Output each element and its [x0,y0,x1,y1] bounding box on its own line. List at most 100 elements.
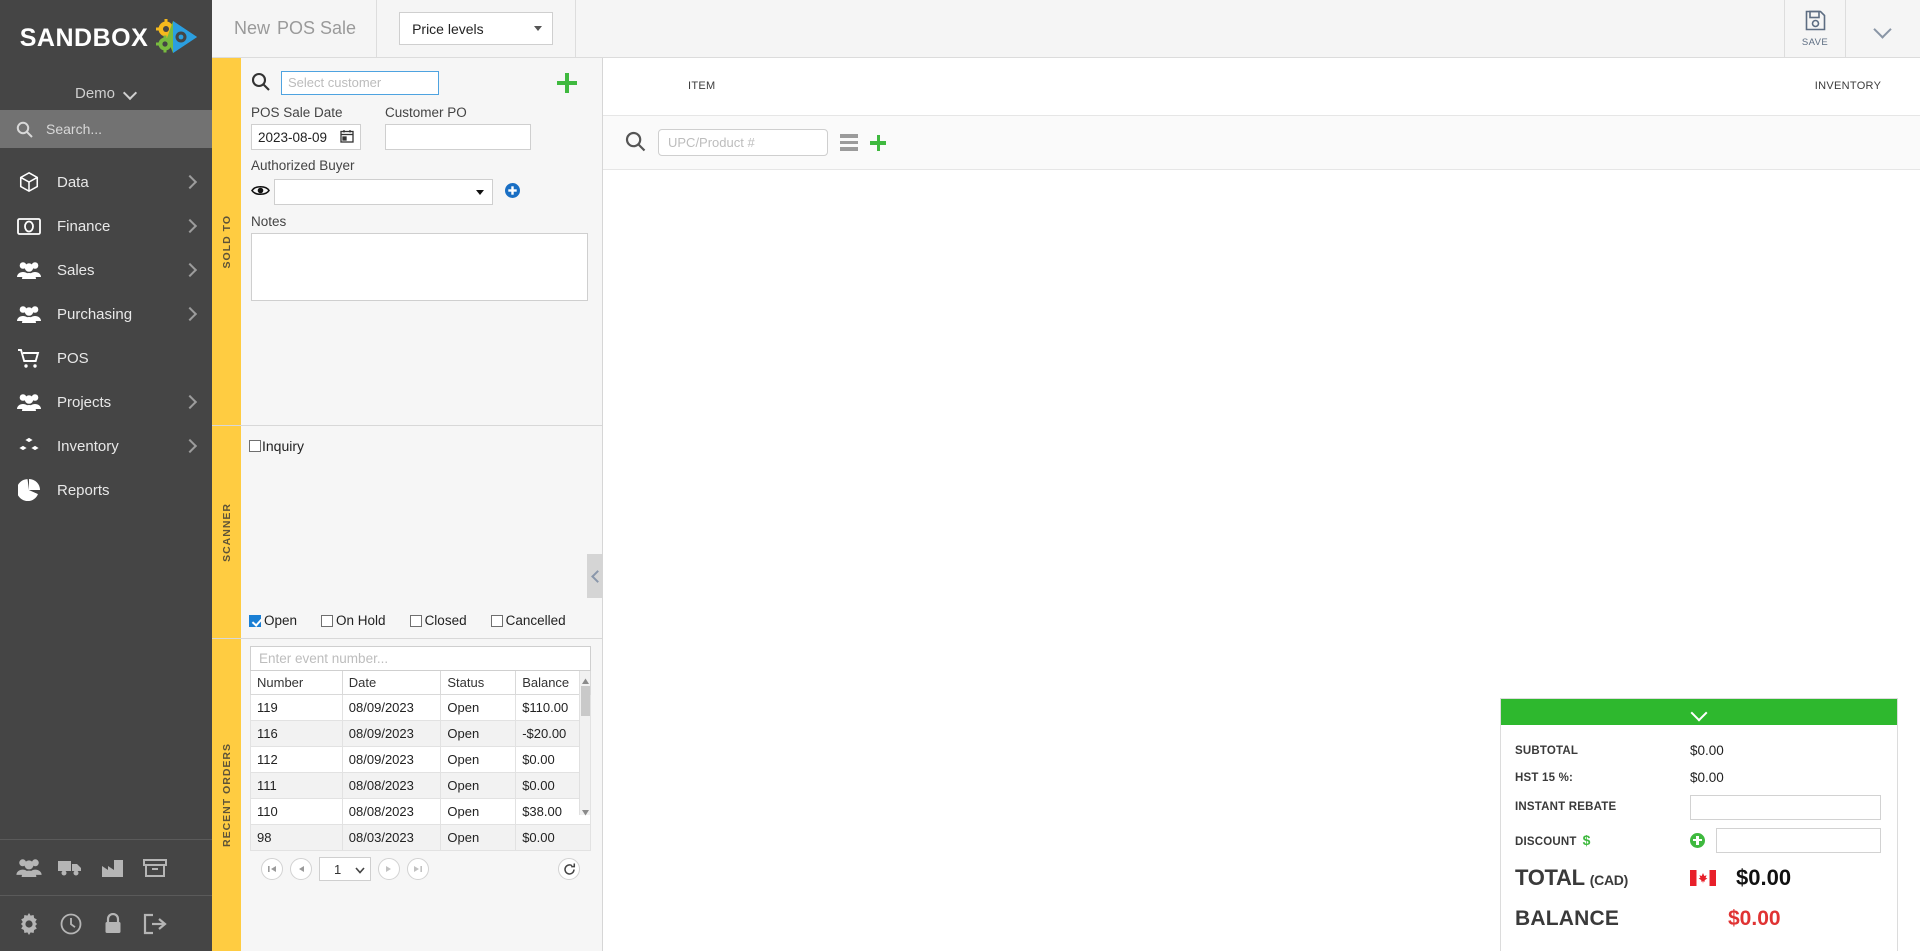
scroll-down-icon[interactable] [581,804,590,816]
line-items-header: ITEM INVENTORY QTY UOM UNIT PRICE - DISC… [603,58,1920,116]
search-icon[interactable] [625,131,646,155]
account-switcher[interactable]: Demo [0,76,212,110]
page-title-main: POS Sale [277,18,357,38]
add-customer-button[interactable] [556,72,578,94]
chevron-down-icon [534,26,543,31]
event-number-input[interactable]: Enter event number... [250,646,591,671]
instant-rebate-label: INSTANT REBATE [1515,801,1617,813]
factory-icon[interactable] [92,858,134,878]
table-row[interactable]: 116 08/09/2023 Open -$20.00 [250,720,591,747]
discount-input[interactable] [1716,827,1881,853]
page-select[interactable]: 1 [319,857,371,881]
sidebar-item-sales[interactable]: Sales [0,248,212,292]
chevron-right-icon [184,176,196,188]
first-page-button[interactable] [261,858,283,880]
sidebar-item-pos[interactable]: POS [0,336,212,380]
sidebar-item-finance[interactable]: Finance [0,204,212,248]
inquiry-checkbox[interactable] [249,440,261,452]
last-page-button[interactable] [407,858,429,880]
toolbar-expand-button[interactable] [1846,0,1920,57]
clock-icon[interactable] [50,913,92,935]
calendar-icon[interactable] [340,129,354,146]
archive-icon[interactable] [134,858,176,878]
subtotal-value: $0.00 [1690,743,1724,758]
table-scrollbar[interactable] [579,671,590,816]
table-row[interactable]: 112 08/09/2023 Open $0.00 [250,746,591,773]
save-icon [1805,10,1826,34]
instant-rebate-input[interactable] [1690,794,1881,820]
pie-chart-icon [14,479,44,501]
customer-search-input[interactable]: Select customer [281,71,439,95]
body-region: SOLD TO Select customer POS Sale Date 20… [212,58,1920,951]
status-filter-on-hold[interactable]: On Hold [321,613,386,628]
upc-product-input[interactable]: UPC/Product # [658,129,828,156]
sidebar-item-reports[interactable]: Reports [0,468,212,512]
panel-collapse-handle[interactable] [587,554,603,598]
add-authorized-buyer-button[interactable] [505,183,520,201]
price-levels-select[interactable]: Price levels [399,12,554,45]
scanner-tab[interactable]: SCANNER [212,426,241,638]
sidebar-item-projects[interactable]: Projects [0,380,212,424]
recent-orders-scroll: Number Date Status Balance 119 08/09/202… [250,671,591,851]
status-filter-cancelled[interactable]: Cancelled [490,613,566,628]
column-header-number[interactable]: Number [250,671,343,695]
brand-logo-area[interactable]: SANDBOX [0,0,212,76]
cancelled-checkbox[interactable] [490,614,503,627]
table-row[interactable]: 98 08/03/2023 Open $0.00 [250,824,591,851]
column-header-date[interactable]: Date [341,671,442,695]
gear-icon[interactable] [8,912,50,935]
truck-icon[interactable] [50,858,92,878]
on-hold-checkbox[interactable] [321,614,334,627]
pos-sale-date-input[interactable]: 2023-08-09 [251,124,361,150]
table-row[interactable]: 111 08/08/2023 Open $0.00 [250,772,591,799]
sold-to-tab[interactable]: SOLD TO [212,58,241,425]
save-button[interactable]: SAVE [1784,0,1846,57]
cell-status: Open [440,694,517,721]
list-view-icon[interactable] [840,134,858,151]
recent-orders-tab[interactable]: RECENT ORDERS [212,639,241,951]
column-header-inventory: INVENTORY [1814,80,1882,93]
eye-icon[interactable] [251,184,270,200]
totals-collapse-button[interactable] [1501,699,1897,725]
authorized-buyer-select[interactable] [274,179,493,205]
right-region: New POS Sale Price levels SAVE SOLD TO S… [212,0,1920,951]
add-discount-button[interactable] [1690,832,1705,848]
column-header-status[interactable]: Status [440,671,517,695]
search-icon[interactable] [251,72,270,94]
line-items-grid: SUBTOTAL $0.00 HST 15 %: $0.00 INSTANT R… [603,170,1920,951]
open-checkbox[interactable] [249,614,261,627]
sidebar-item-purchasing[interactable]: Purchasing [0,292,212,336]
prev-page-button[interactable] [290,858,312,880]
sidebar-item-inventory[interactable]: Inventory [0,424,212,468]
cell-status: Open [440,824,517,851]
lock-icon[interactable] [92,912,134,935]
customer-po-input[interactable] [385,124,531,150]
cell-date: 08/08/2023 [341,798,442,825]
sidebar-item-data[interactable]: Data [0,160,212,204]
refresh-button[interactable] [558,858,580,880]
scrollbar-thumb[interactable] [581,686,590,716]
people-icon[interactable] [8,857,50,878]
table-row[interactable]: 110 08/08/2023 Open $38.00 [250,798,591,825]
logout-icon[interactable] [134,913,176,935]
table-row[interactable]: 119 08/09/2023 Open $110.00 [250,694,591,721]
notes-textarea[interactable] [251,233,588,301]
status-label: Cancelled [505,613,566,628]
chevron-right-icon [184,308,196,320]
people-icon [14,392,44,412]
scroll-up-icon[interactable] [581,673,590,684]
status-filter-closed[interactable]: Closed [409,613,467,628]
recent-orders-tab-label: RECENT ORDERS [220,742,233,847]
page-title: New POS Sale [212,0,378,57]
add-line-item-button[interactable] [870,134,886,151]
discount-label-group: DISCOUNT $ [1515,832,1690,848]
closed-checkbox[interactable] [409,614,422,627]
cell-status: Open [440,746,517,773]
inquiry-checkbox-row[interactable]: Inquiry [241,426,602,454]
status-filter-open[interactable]: Open [249,613,297,628]
sidebar-search[interactable]: Search... [0,110,212,148]
next-page-button[interactable] [378,858,400,880]
dollar-icon[interactable]: $ [1583,832,1591,848]
banknote-icon [14,217,44,235]
